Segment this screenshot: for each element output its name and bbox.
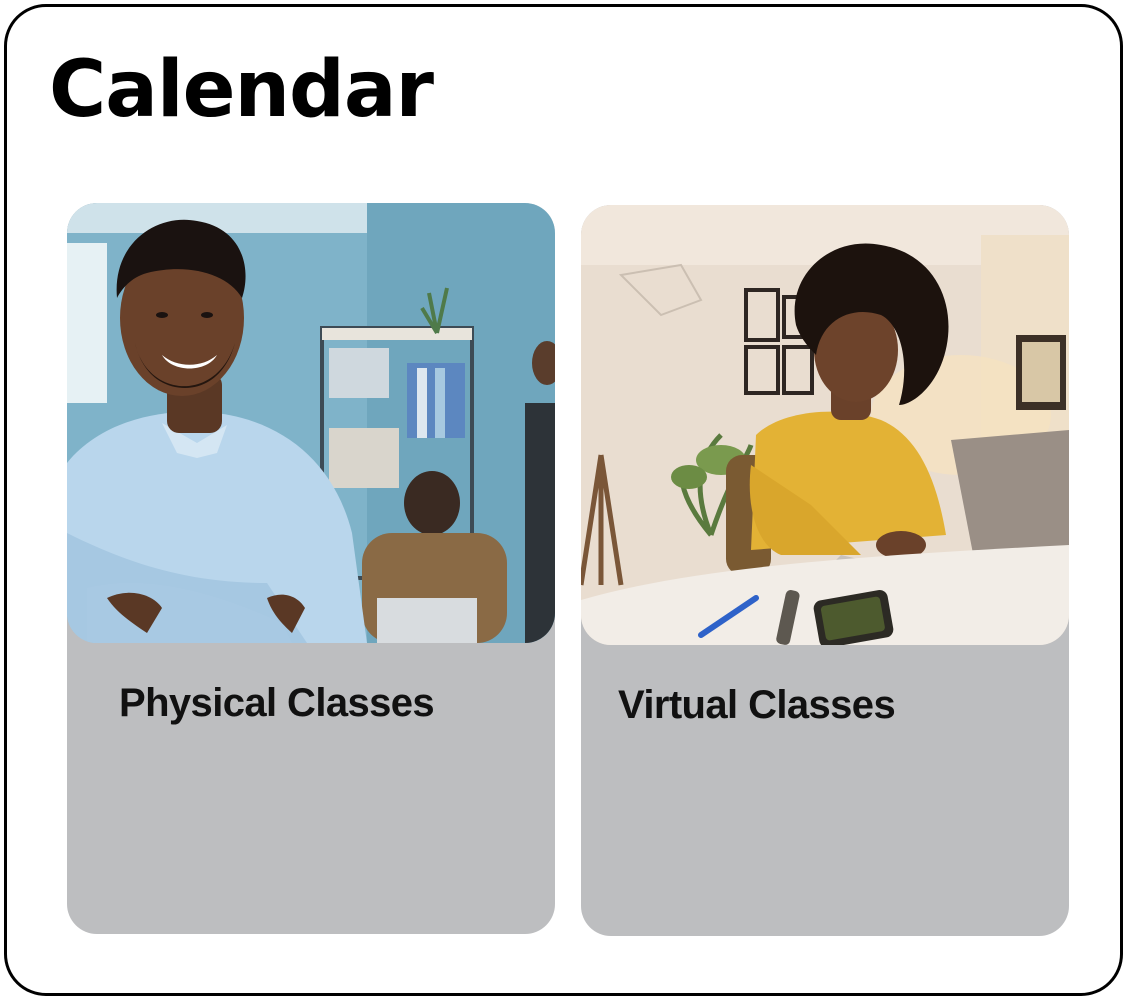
physical-classes-label[interactable]: Physical Classes — [119, 681, 435, 726]
physical-classes-card[interactable]: Physical Classes — [67, 203, 555, 934]
page-title: Calendar — [49, 45, 434, 135]
virtual-classes-label[interactable]: Virtual Classes — [618, 683, 896, 728]
virtual-classes-card[interactable]: Virtual Classes — [581, 205, 1069, 936]
virtual-classes-photo — [581, 205, 1069, 645]
physical-classes-photo — [67, 203, 555, 643]
